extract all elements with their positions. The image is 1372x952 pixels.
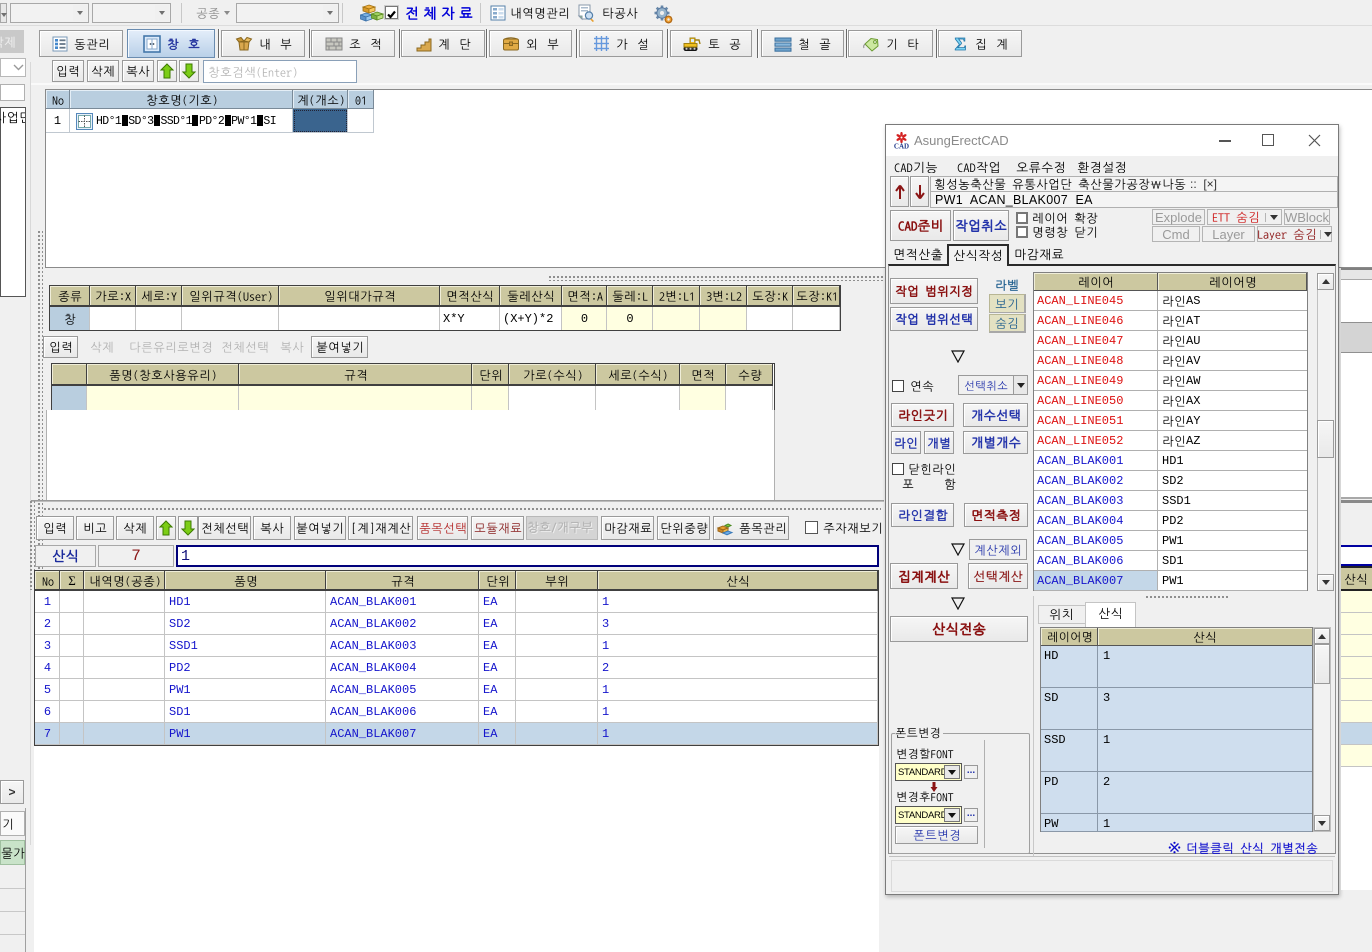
svg-text:Σ: Σ [955,35,967,53]
svg-text:CAD: CAD [894,143,909,150]
